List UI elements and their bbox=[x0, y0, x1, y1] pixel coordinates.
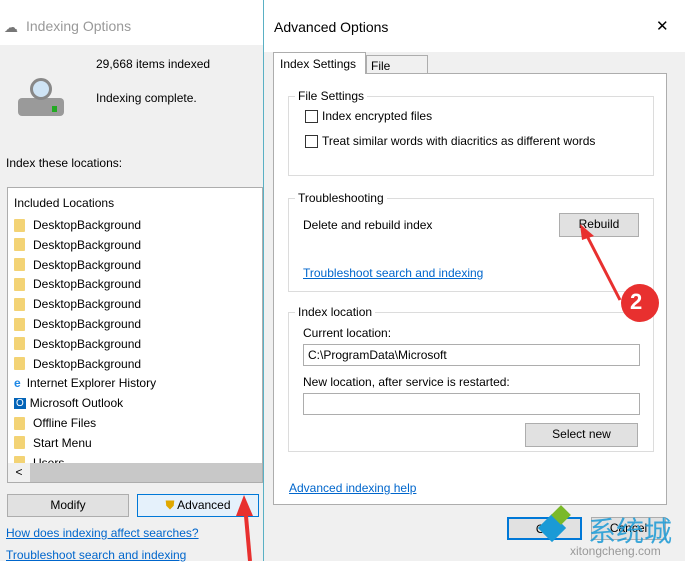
watermark: 系统城 xitongcheng.com bbox=[530, 505, 685, 561]
step-number: 2 bbox=[630, 289, 643, 314]
annotation-arrows bbox=[236, 224, 659, 561]
arrow-to-rebuild bbox=[583, 231, 622, 301]
tab-index-settings[interactable]: Index Settings bbox=[273, 52, 366, 74]
